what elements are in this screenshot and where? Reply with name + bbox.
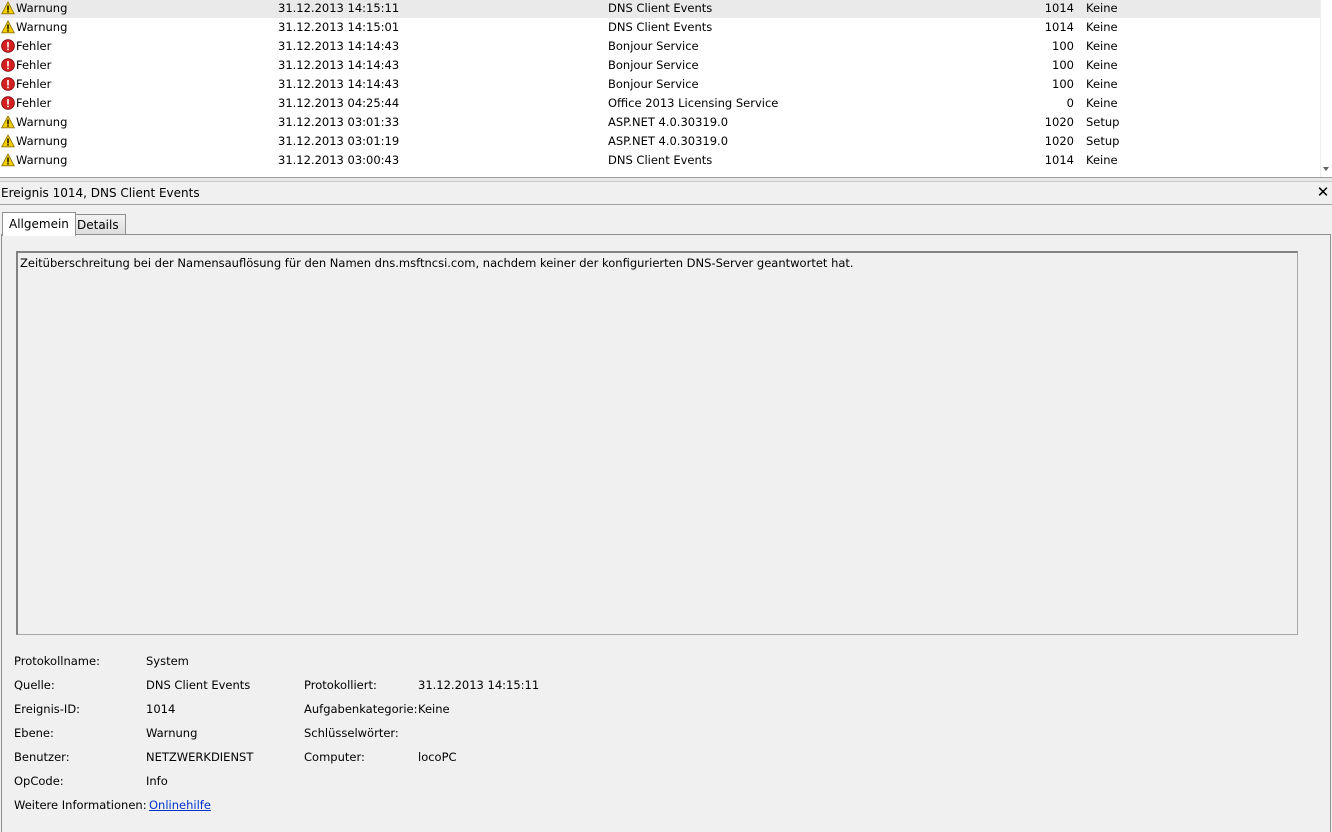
event-task-category: Setup <box>1086 115 1120 129</box>
event-id: 1014 <box>1044 153 1074 167</box>
tab-general[interactable]: Allgemein <box>2 212 76 236</box>
event-level: Warnung <box>16 1 68 15</box>
opcode-label: OpCode: <box>14 774 64 788</box>
warning-icon <box>1 134 15 148</box>
event-source: ASP.NET 4.0.30319.0 <box>608 115 729 129</box>
detail-header: Ereignis 1014, DNS Client Events ✕ <box>0 182 1332 205</box>
event-list[interactable]: Warnung 31.12.2013 14:15:11 DNS Client Eve… <box>0 0 1332 178</box>
event-source: Bonjour Service <box>608 77 699 91</box>
event-row[interactable]: Fehler 31.12.2013 14:14:43 Bonjour Service… <box>0 56 1320 75</box>
event-level: Warnung <box>16 134 68 148</box>
event-id: 1014 <box>1044 1 1074 15</box>
event-task-category: Keine <box>1086 96 1118 110</box>
level-value: Warnung <box>146 726 198 740</box>
event-id-value: 1014 <box>146 702 176 716</box>
user-value: NETZWERKDIENST <box>146 750 254 764</box>
event-source: DNS Client Events <box>608 1 713 15</box>
event-date: 31.12.2013 14:14:43 <box>278 39 400 53</box>
event-level: Fehler <box>16 39 52 53</box>
tab-details[interactable]: Details <box>70 214 126 235</box>
warning-icon <box>1 153 15 167</box>
task-category-value: Keine <box>418 702 450 716</box>
logged-label: Protokolliert: <box>304 678 377 692</box>
more-info-label: Weitere Informationen: <box>14 798 147 812</box>
warning-icon <box>1 20 15 34</box>
event-id: 100 <box>1052 58 1074 72</box>
event-row[interactable]: Warnung 31.12.2013 03:01:19 ASP.NET 4.0.30… <box>0 132 1320 151</box>
event-level: Fehler <box>16 96 52 110</box>
event-source: DNS Client Events <box>608 20 713 34</box>
event-source: Bonjour Service <box>608 58 699 72</box>
event-row[interactable]: Warnung 31.12.2013 14:15:01 DNS Client Eve… <box>0 18 1320 37</box>
list-scrollbar[interactable] <box>1320 0 1332 177</box>
event-date: 31.12.2013 14:15:01 <box>278 20 400 34</box>
computer-value: locoPC <box>418 750 457 764</box>
event-source: Office 2013 Licensing Service <box>608 96 779 110</box>
task-category-label: Aufgabenkategorie: <box>304 702 418 716</box>
event-source: ASP.NET 4.0.30319.0 <box>608 134 729 148</box>
event-message: Zeitüberschreitung bei der Namensauflösu… <box>20 256 854 270</box>
event-task-category: Keine <box>1086 1 1118 15</box>
event-date: 31.12.2013 03:00:43 <box>278 153 400 167</box>
event-id: 1014 <box>1044 20 1074 34</box>
warning-icon <box>1 115 15 129</box>
detail-title: Ereignis 1014, DNS Client Events <box>1 186 200 200</box>
event-date: 31.12.2013 03:01:33 <box>278 115 400 129</box>
keywords-label: Schlüsselwörter: <box>304 726 399 740</box>
event-task-category: Keine <box>1086 153 1118 167</box>
warning-icon <box>1 1 15 15</box>
event-level: Fehler <box>16 58 52 72</box>
event-task-category: Keine <box>1086 39 1118 53</box>
event-level: Fehler <box>16 77 52 91</box>
log-name-label: Protokollname: <box>14 654 100 668</box>
computer-label: Computer: <box>304 750 365 764</box>
logged-value: 31.12.2013 14:15:11 <box>418 678 540 692</box>
error-icon <box>1 77 15 91</box>
event-date: 31.12.2013 14:14:43 <box>278 77 400 91</box>
online-help-link[interactable]: Onlinehilfe <box>149 798 211 812</box>
log-name-value: System <box>146 654 189 668</box>
opcode-value: Info <box>146 774 168 788</box>
event-id: 1020 <box>1044 134 1074 148</box>
event-row[interactable]: Fehler 31.12.2013 04:25:44 Office 2013 Lic… <box>0 94 1320 113</box>
event-row[interactable]: Warnung 31.12.2013 14:15:11 DNS Client Eve… <box>0 0 1320 18</box>
event-message-box[interactable]: Zeitüberschreitung bei der Namensauflösu… <box>16 251 1298 635</box>
event-task-category: Keine <box>1086 77 1118 91</box>
event-source: Bonjour Service <box>608 39 699 53</box>
event-id: 100 <box>1052 77 1074 91</box>
scroll-down-icon[interactable] <box>1323 167 1329 171</box>
event-date: 31.12.2013 14:14:43 <box>278 58 400 72</box>
error-icon <box>1 96 15 110</box>
close-icon[interactable]: ✕ <box>1316 184 1330 200</box>
event-task-category: Setup <box>1086 134 1120 148</box>
event-task-category: Keine <box>1086 58 1118 72</box>
event-row[interactable]: Fehler 31.12.2013 14:14:43 Bonjour Service… <box>0 37 1320 56</box>
source-value: DNS Client Events <box>146 678 251 692</box>
user-label: Benutzer: <box>14 750 70 764</box>
event-row[interactable]: Fehler 31.12.2013 14:14:43 Bonjour Service… <box>0 75 1320 94</box>
event-id: 100 <box>1052 39 1074 53</box>
event-date: 31.12.2013 03:01:19 <box>278 134 400 148</box>
event-task-category: Keine <box>1086 20 1118 34</box>
event-row[interactable]: Warnung 31.12.2013 03:01:33 ASP.NET 4.0.30… <box>0 113 1320 132</box>
source-label: Quelle: <box>14 678 55 692</box>
event-row[interactable]: Warnung 31.12.2013 03:00:43 DNS Client Eve… <box>0 151 1320 170</box>
error-icon <box>1 39 15 53</box>
event-date: 31.12.2013 04:25:44 <box>278 96 400 110</box>
event-level: Warnung <box>16 153 68 167</box>
event-date: 31.12.2013 14:15:11 <box>278 1 400 15</box>
event-source: DNS Client Events <box>608 153 713 167</box>
event-level: Warnung <box>16 115 68 129</box>
error-icon <box>1 58 15 72</box>
event-id-label: Ereignis-ID: <box>14 702 81 716</box>
level-label: Ebene: <box>14 726 54 740</box>
event-id: 0 <box>1066 96 1074 110</box>
event-level: Warnung <box>16 20 68 34</box>
event-id: 1020 <box>1044 115 1074 129</box>
